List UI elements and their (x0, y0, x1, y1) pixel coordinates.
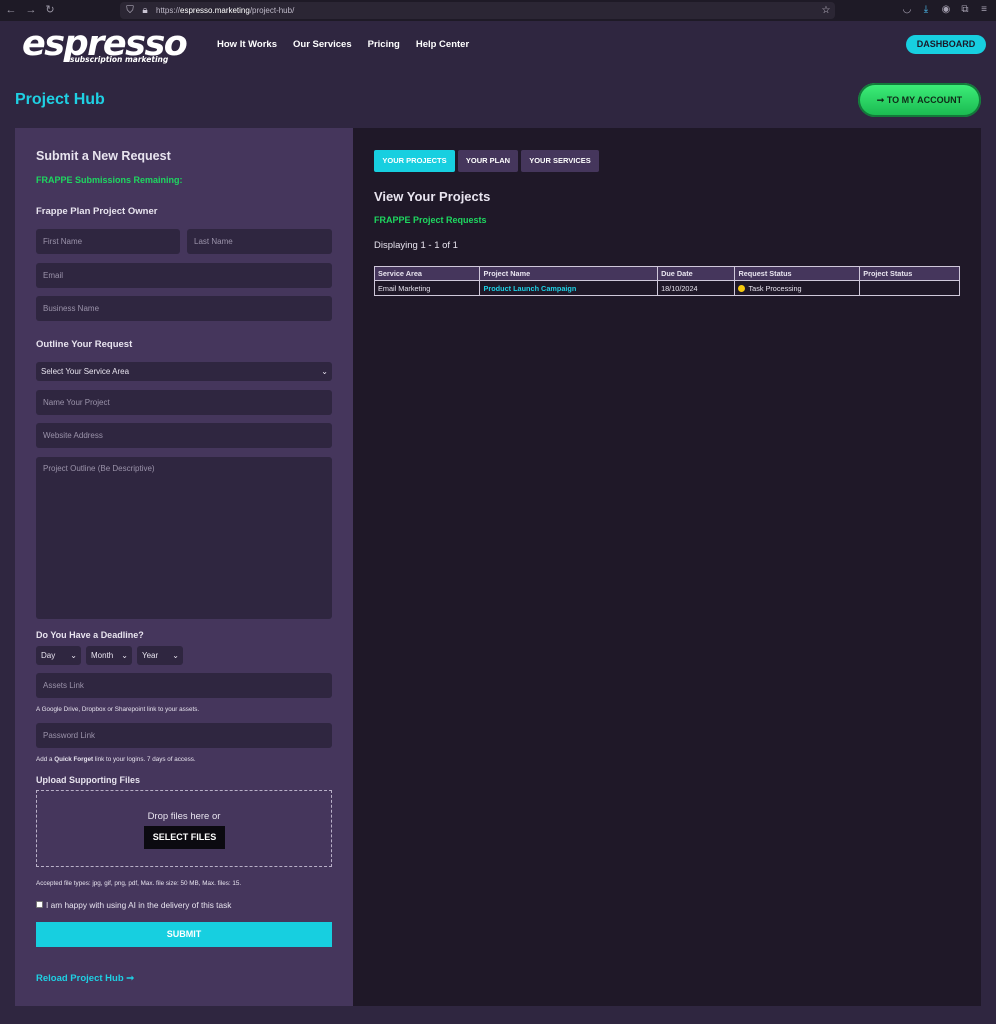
nav-help-center[interactable]: Help Center (416, 39, 469, 50)
chevron-down-icon: ⌄ (70, 651, 77, 660)
col-service-area: Service Area (373, 266, 481, 281)
assets-link-field[interactable] (36, 673, 332, 698)
projects-title: View Your Projects (374, 189, 491, 204)
first-name-input[interactable] (36, 229, 180, 254)
pocket-icon[interactable]: ◡ (900, 3, 914, 17)
projects-panel: YOUR PROJECTS YOUR PLAN YOUR SERVICES Vi… (353, 128, 981, 1006)
first-name-field[interactable] (36, 229, 180, 254)
submissions-remaining: FRAPPE Submissions Remaining: (36, 175, 183, 185)
col-due-date: Due Date (657, 266, 736, 281)
website-field[interactable] (36, 423, 332, 448)
year-select[interactable]: Year ⌄ (137, 646, 183, 665)
service-area-value: Select Your Service Area (41, 367, 130, 376)
month-value: Month (91, 651, 114, 660)
quick-forget-link[interactable]: Quick Forget (54, 756, 93, 763)
request-form-panel: Submit a New Request FRAPPE Submissions … (15, 128, 353, 1006)
upload-heading: Upload Supporting Files (36, 775, 140, 785)
cell-due-date: 18/10/2024 (657, 280, 736, 296)
project-name-input[interactable] (36, 390, 332, 415)
main-nav: How It Works Our Services Pricing Help C… (217, 39, 485, 50)
menu-icon[interactable]: ≡ (977, 3, 991, 17)
cell-project-name: Product Launch Campaign (479, 280, 659, 296)
arrow-right-icon: ➞ (876, 95, 887, 105)
forward-icon[interactable]: → (24, 3, 38, 17)
extensions-icon[interactable]: ⧉ (958, 3, 972, 17)
day-select[interactable]: Day ⌄ (36, 646, 81, 665)
download-icon[interactable]: ⤓ (919, 3, 933, 17)
account-button-label: TO MY ACCOUNT (886, 95, 963, 105)
cell-service-area: Email Marketing (373, 280, 481, 296)
nav-pricing[interactable]: Pricing (368, 39, 400, 50)
status-dot-icon (738, 284, 746, 292)
owner-heading: Frappe Plan Project Owner (36, 206, 158, 217)
col-project-name: Project Name (479, 266, 659, 281)
assets-help: A Google Drive, Dropbox or Sharepoint li… (36, 706, 200, 713)
nav-our-services[interactable]: Our Services (293, 39, 352, 50)
projects-subtitle: FRAPPE Project Requests (374, 215, 487, 225)
ai-consent-checkbox[interactable] (36, 901, 43, 908)
drop-text: Drop files here or (147, 811, 221, 822)
account-icon[interactable]: ◉ (939, 3, 953, 17)
business-name-field[interactable] (36, 296, 332, 321)
project-outline-textarea[interactable] (36, 457, 332, 619)
service-area-select[interactable]: Select Your Service Area ⌄ (36, 362, 332, 381)
deadline-heading: Do You Have a Deadline? (36, 630, 144, 640)
outline-heading: Outline Your Request (36, 339, 133, 350)
logo-tagline: subscription marketing (70, 55, 169, 64)
nav-how-it-works[interactable]: How It Works (217, 39, 277, 50)
star-icon[interactable]: ☆ (820, 4, 832, 17)
display-count: Displaying 1 - 1 of 1 (374, 240, 458, 251)
address-bar[interactable]: ⛉ 🔒︎ https://espresso.marketing/project-… (120, 2, 835, 19)
business-name-input[interactable] (36, 296, 332, 321)
last-name-input[interactable] (187, 229, 332, 254)
request-status-text: Task Processing (748, 283, 802, 293)
form-title: Submit a New Request (36, 149, 171, 163)
back-icon[interactable]: ← (4, 3, 18, 17)
col-project-status: Project Status (859, 266, 960, 281)
tab-your-plan[interactable]: YOUR PLAN (458, 150, 518, 172)
chevron-down-icon: ⌄ (172, 651, 179, 660)
assets-link-input[interactable] (36, 673, 332, 698)
url-text: https://espresso.marketing/project-hub/ (156, 6, 295, 15)
website-input[interactable] (36, 423, 332, 448)
email-input[interactable] (36, 263, 332, 288)
chevron-down-icon: ⌄ (121, 651, 128, 660)
select-files-button[interactable]: SELECT FILES (144, 826, 225, 849)
chevron-down-icon: ⌄ (321, 367, 328, 376)
tab-your-services[interactable]: YOUR SERVICES (521, 150, 599, 172)
email-field[interactable] (36, 263, 332, 288)
file-drop-zone[interactable]: Drop files here or SELECT FILES (36, 790, 332, 867)
last-name-field[interactable] (187, 229, 332, 254)
day-value: Day (41, 651, 56, 660)
submit-button[interactable]: SUBMIT (36, 922, 332, 947)
table-header-row: Service Area Project Name Due Date Reque… (373, 266, 960, 281)
to-my-account-button[interactable]: ➞ TO MY ACCOUNT (858, 83, 981, 117)
year-value: Year (142, 651, 159, 660)
col-request-status: Request Status (734, 266, 861, 281)
ai-consent-label: I am happy with using AI in the delivery… (46, 900, 232, 910)
dashboard-button[interactable]: DASHBOARD (906, 35, 986, 54)
shield-icon[interactable]: ⛉ (124, 4, 136, 17)
password-link-field[interactable] (36, 723, 332, 748)
accepted-file-types: Accepted file types: jpg, gif, png, pdf,… (36, 880, 242, 887)
password-link-input[interactable] (36, 723, 332, 748)
lock-icon[interactable]: 🔒︎ (139, 4, 151, 17)
month-select[interactable]: Month ⌄ (86, 646, 132, 665)
reload-project-hub-link[interactable]: Reload Project Hub ➞ (36, 973, 134, 984)
project-outline-field[interactable] (36, 457, 332, 619)
page-title: Project Hub (15, 91, 105, 108)
reload-icon[interactable]: ↻ (43, 3, 57, 17)
table-row: Email Marketing Product Launch Campaign … (373, 280, 960, 296)
projects-table: Service Area Project Name Due Date Reque… (373, 266, 960, 296)
site-logo[interactable]: espresso subscription marketing (22, 26, 188, 66)
tab-your-projects[interactable]: YOUR PROJECTS (374, 150, 455, 172)
project-name-link[interactable]: Product Launch Campaign (483, 284, 576, 293)
browser-toolbar: ← → ↻ ⛉ 🔒︎ https://espresso.marketing/pr… (0, 0, 996, 21)
cell-project-status (859, 280, 960, 296)
password-help: Add a Quick Forget link to your logins. … (36, 756, 196, 763)
project-name-field[interactable] (36, 390, 332, 415)
cell-request-status: Task Processing (734, 280, 861, 296)
